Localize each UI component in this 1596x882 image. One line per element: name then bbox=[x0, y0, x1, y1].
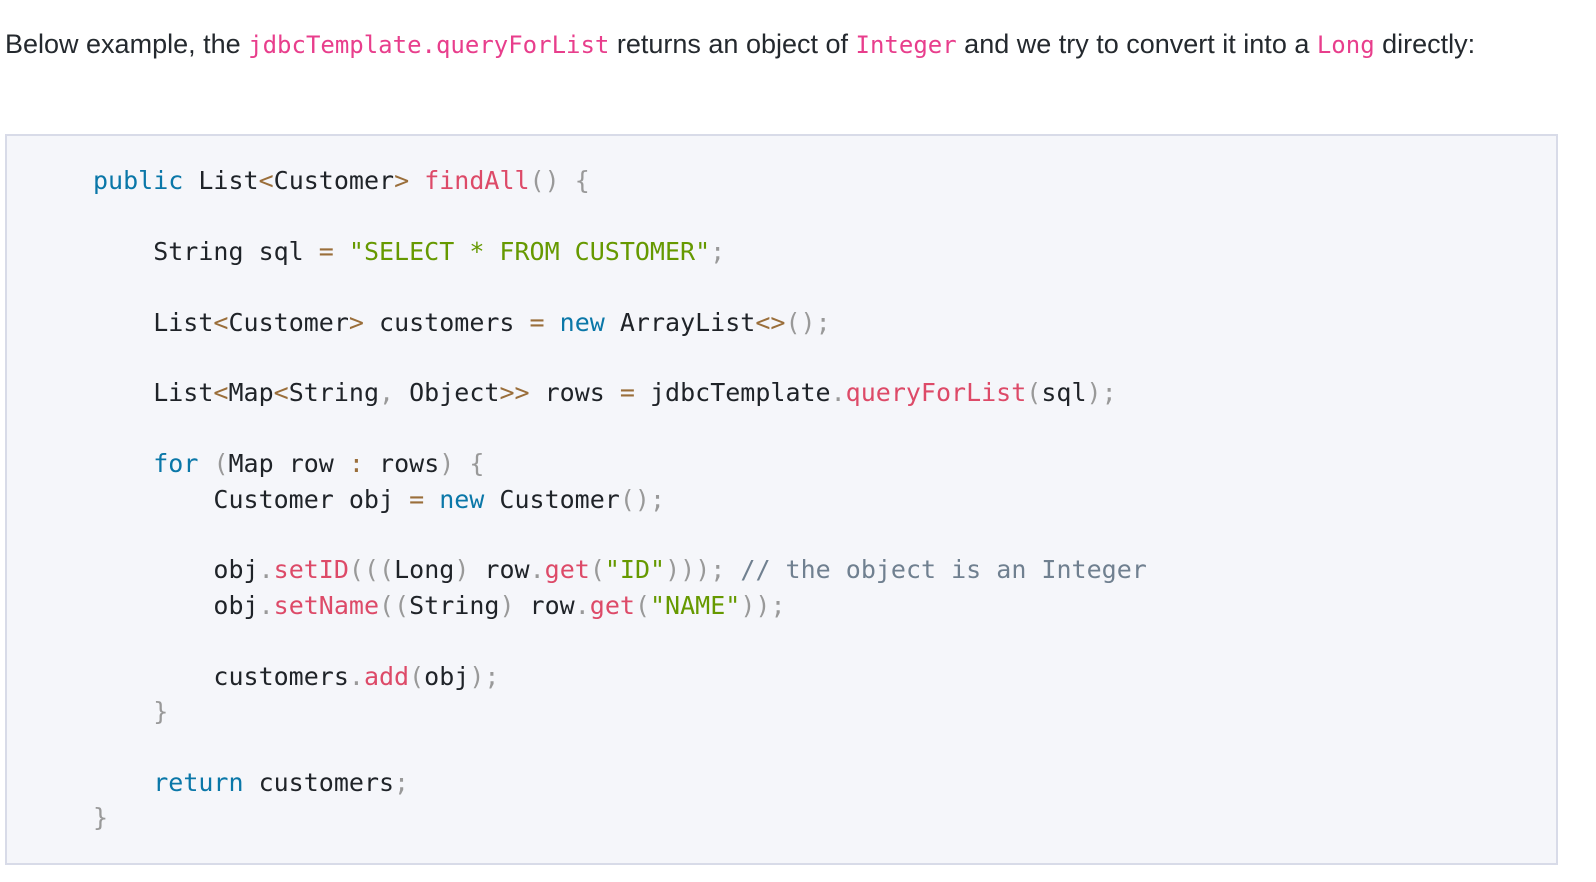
inline-code-jdbctemplate-queryforlist: jdbcTemplate.queryForList bbox=[248, 31, 610, 59]
code-block: public List<Customer> findAll() { String… bbox=[5, 134, 1558, 865]
inline-code-long: Long bbox=[1316, 31, 1375, 59]
code-listing: public List<Customer> findAll() { String… bbox=[93, 163, 1147, 836]
intro-text-2: returns an object of bbox=[609, 29, 856, 59]
intro-text-4: directly: bbox=[1374, 29, 1476, 59]
intro-text-1: Below example, the bbox=[5, 29, 249, 59]
intro-paragraph: Below example, the jdbcTemplate.queryFor… bbox=[5, 24, 1585, 66]
intro-text-3: and we try to convert it into a bbox=[956, 29, 1317, 59]
inline-code-integer: Integer bbox=[855, 31, 957, 59]
code-content: public List<Customer> findAll() { String… bbox=[93, 166, 1147, 833]
